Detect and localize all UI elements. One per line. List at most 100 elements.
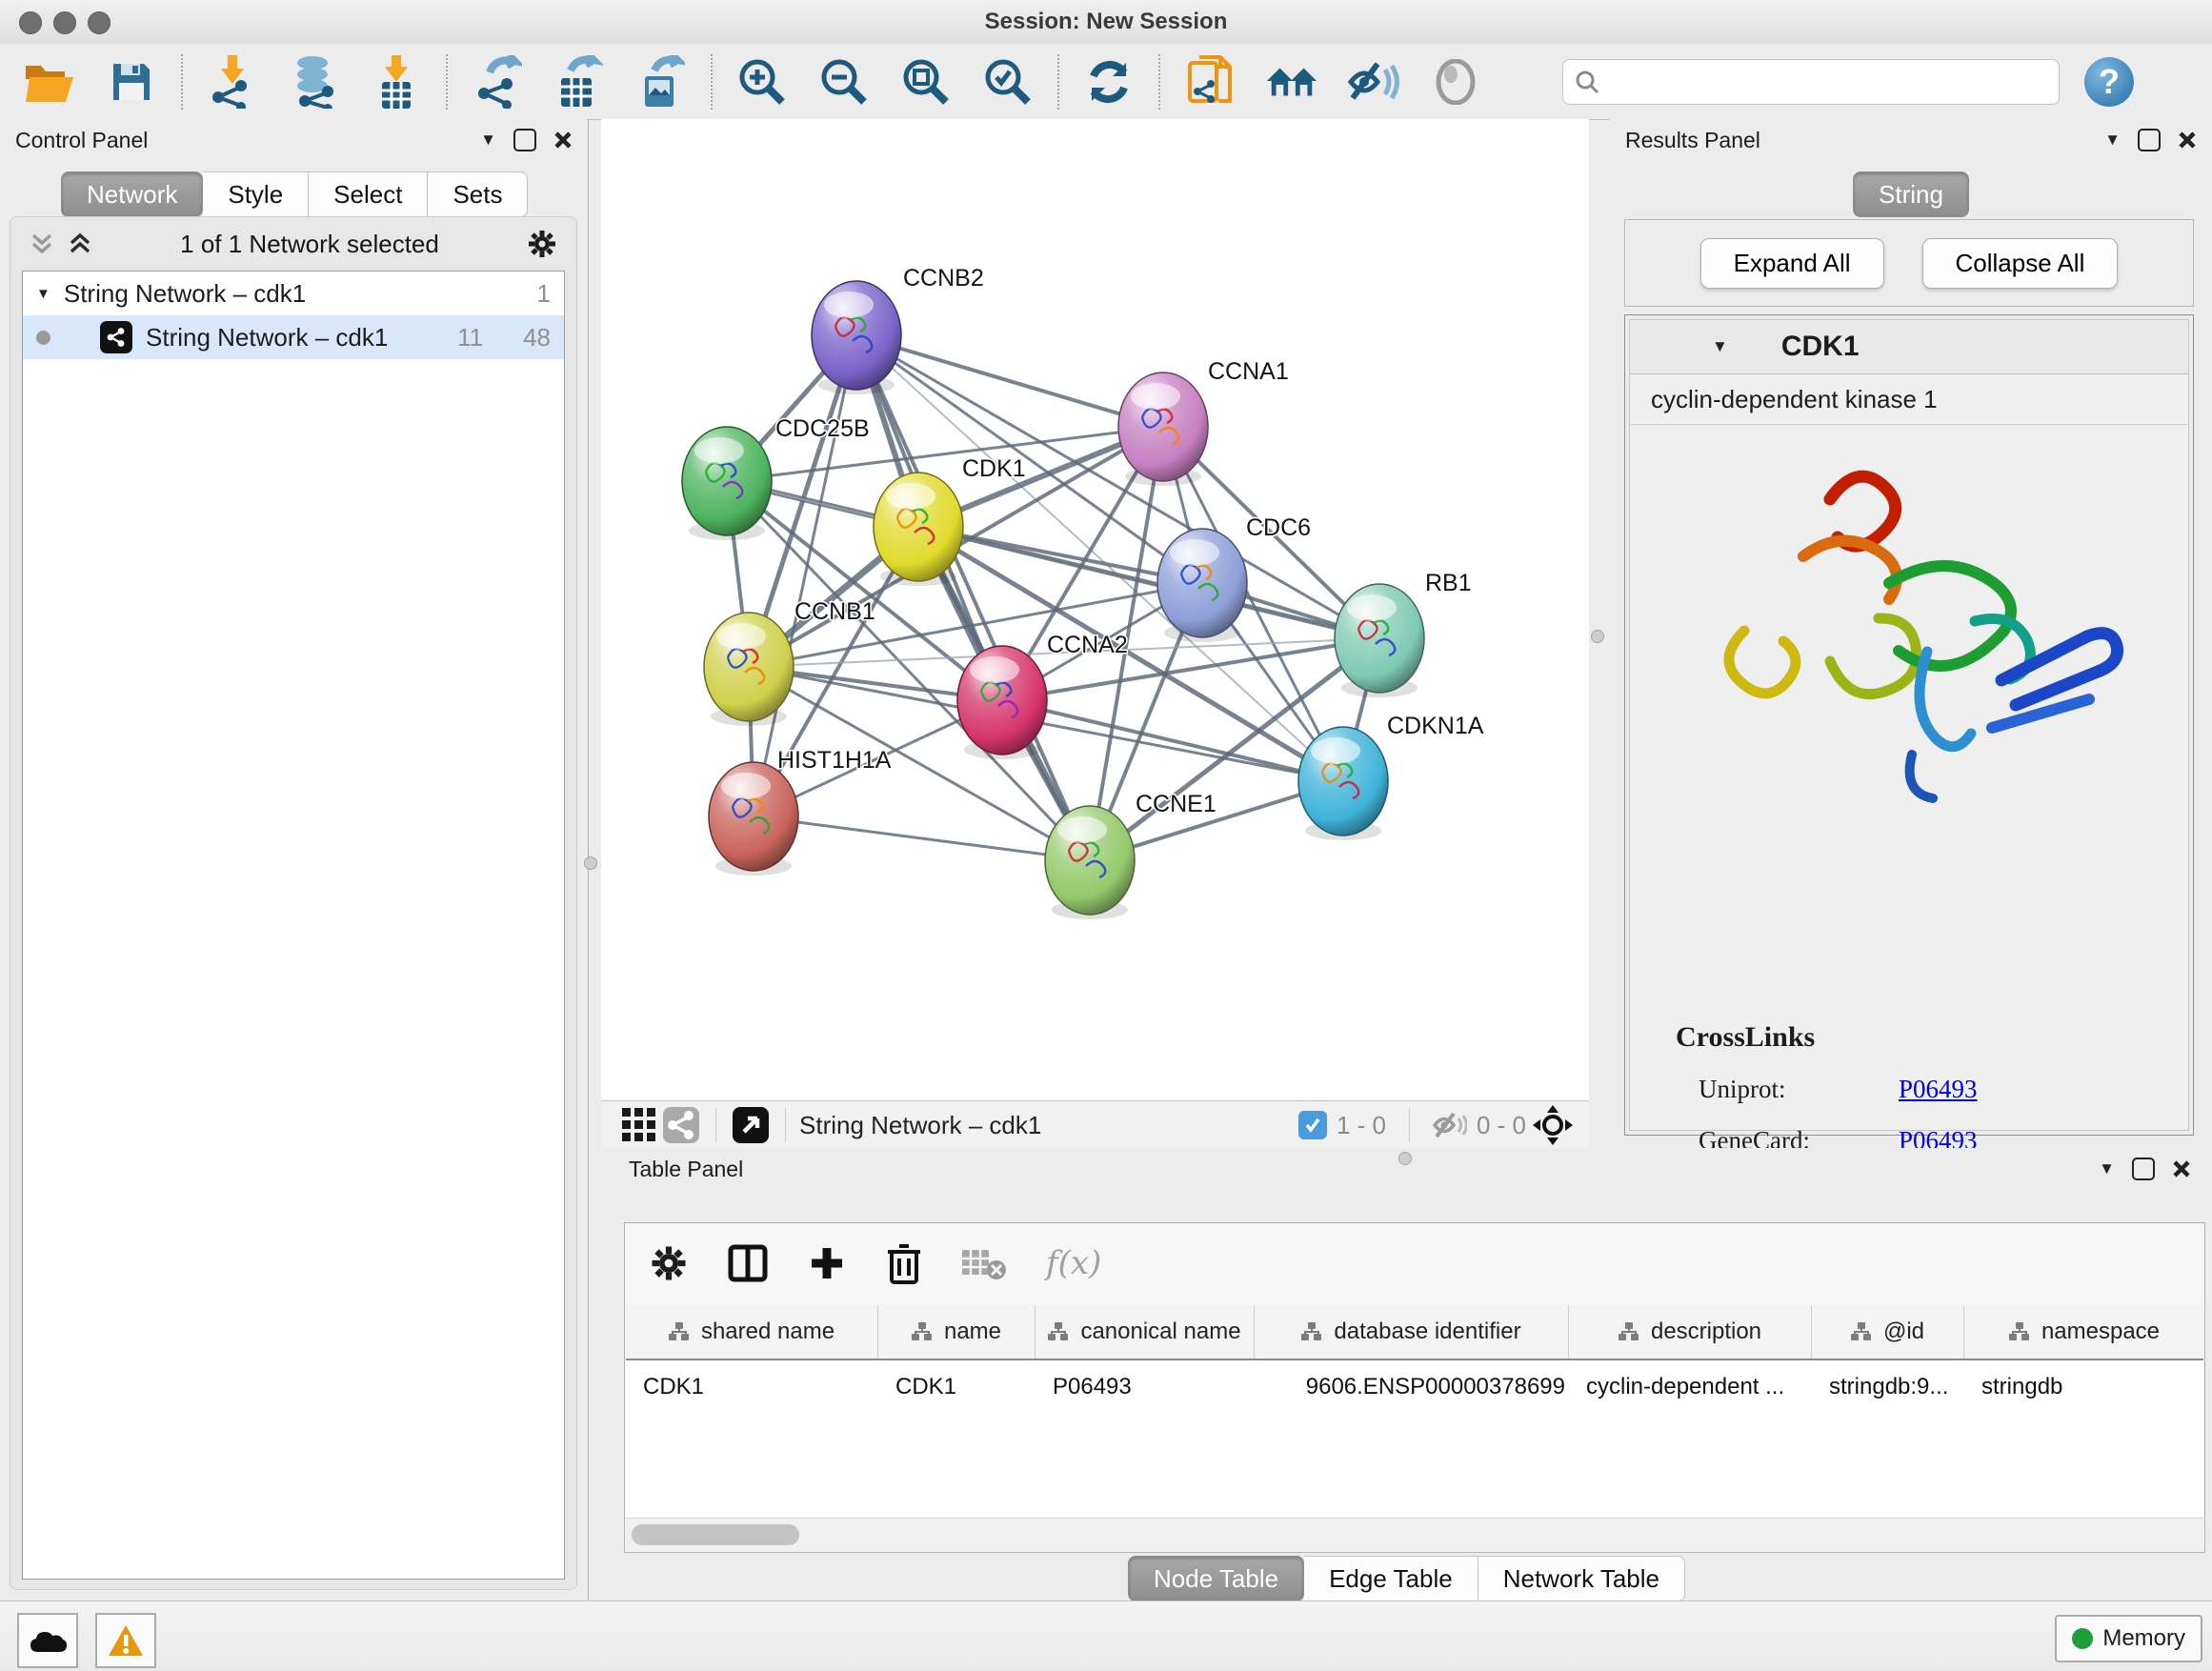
edge-CCNB2-CCNE1[interactable] bbox=[856, 335, 1090, 860]
tab-select[interactable]: Select bbox=[309, 171, 428, 217]
node-HIST1H1A[interactable] bbox=[709, 762, 798, 876]
tab-network-table[interactable]: Network Table bbox=[1478, 1556, 1685, 1601]
open-session-icon[interactable] bbox=[23, 55, 76, 109]
expand-all-button[interactable]: Expand All bbox=[1700, 238, 1884, 289]
refresh-icon[interactable] bbox=[1082, 55, 1136, 109]
table-cell[interactable]: 9606.ENSP00000378699 bbox=[1255, 1360, 1569, 1414]
network-canvas[interactable]: CCNB2CCNA1CDC25BCDK1CDC6RB1CCNB1CCNA2CDK… bbox=[601, 119, 1589, 1100]
network-edge-count: 48 bbox=[523, 323, 551, 352]
table-row[interactable]: CDK1CDK1P064939606.ENSP00000378699cyclin… bbox=[626, 1360, 2203, 1414]
column-header-namespace[interactable]: namespace bbox=[1964, 1305, 2203, 1359]
network-row[interactable]: String Network – cdk1 11 48 bbox=[23, 315, 564, 359]
selected-checkbox-icon[interactable] bbox=[1298, 1111, 1327, 1139]
tab-network[interactable]: Network bbox=[61, 171, 203, 217]
table-horizontal-scrollbar[interactable] bbox=[626, 1518, 2203, 1551]
tab-sets[interactable]: Sets bbox=[428, 171, 528, 217]
node-RB1[interactable] bbox=[1335, 584, 1424, 697]
table-cell[interactable]: CDK1 bbox=[878, 1360, 1036, 1414]
export-network-icon[interactable] bbox=[471, 55, 524, 109]
float-panel-icon[interactable] bbox=[2138, 129, 2161, 151]
node-CCNE1[interactable] bbox=[1045, 806, 1135, 919]
node-CCNA2[interactable] bbox=[957, 646, 1047, 759]
node-CDC25B[interactable] bbox=[682, 427, 772, 540]
node-CDKN1A[interactable] bbox=[1298, 727, 1388, 840]
import-network-icon[interactable] bbox=[206, 55, 259, 109]
edge-CCNA2-CDKN1A[interactable] bbox=[1002, 700, 1343, 781]
float-panel-icon[interactable] bbox=[513, 129, 536, 151]
table-cell[interactable]: cyclin-dependent ... bbox=[1569, 1360, 1812, 1414]
gene-expander-icon[interactable]: ▼ bbox=[1712, 337, 1728, 356]
import-table-icon[interactable] bbox=[370, 55, 423, 109]
cloud-button[interactable] bbox=[17, 1613, 78, 1668]
save-session-icon[interactable] bbox=[105, 55, 158, 109]
delete-table-icon[interactable] bbox=[962, 1246, 1006, 1280]
close-panel-icon[interactable] bbox=[2178, 131, 2197, 150]
delete-trash-icon[interactable] bbox=[886, 1242, 922, 1284]
import-network-database-icon[interactable] bbox=[288, 55, 341, 109]
export-image-icon[interactable] bbox=[634, 55, 688, 109]
splitter-handle-right[interactable] bbox=[1591, 630, 1604, 643]
close-panel-icon[interactable] bbox=[2172, 1159, 2191, 1178]
network-collection-row[interactable]: ▼ String Network – cdk1 1 bbox=[23, 272, 564, 315]
tab-string[interactable]: String bbox=[1853, 171, 1969, 217]
collapse-all-button[interactable]: Collapse All bbox=[1922, 238, 2119, 289]
export-table-icon[interactable] bbox=[553, 55, 606, 109]
network-options-gear-icon[interactable] bbox=[527, 229, 557, 259]
network-share-icon[interactable] bbox=[660, 1106, 702, 1144]
column-header-name[interactable]: name bbox=[878, 1305, 1036, 1359]
help-icon[interactable]: ? bbox=[2084, 57, 2134, 107]
memory-button[interactable]: Memory bbox=[2055, 1615, 2202, 1662]
column-header-canonical-name[interactable]: canonical name bbox=[1036, 1305, 1255, 1359]
add-column-icon[interactable] bbox=[808, 1244, 846, 1282]
expand-all-icon[interactable] bbox=[68, 232, 92, 256]
grid-view-icon[interactable] bbox=[618, 1106, 660, 1144]
splitter-handle-bottom[interactable] bbox=[1398, 1152, 1412, 1165]
zoom-in-icon[interactable] bbox=[735, 55, 789, 109]
tab-node-table[interactable]: Node Table bbox=[1128, 1556, 1304, 1601]
node-CCNB2[interactable] bbox=[812, 281, 901, 394]
close-panel-icon[interactable] bbox=[553, 131, 573, 150]
show-all-eye-icon[interactable] bbox=[1429, 55, 1482, 109]
table-cell[interactable]: stringdb bbox=[1964, 1360, 2203, 1414]
search-input[interactable] bbox=[1607, 68, 2047, 96]
panel-menu-icon[interactable]: ▼ bbox=[480, 131, 496, 150]
edge-HIST1H1A-CCNE1[interactable] bbox=[754, 816, 1090, 860]
home-icon[interactable] bbox=[1265, 55, 1318, 109]
navigator-icon[interactable] bbox=[730, 1106, 772, 1144]
string-network-graph[interactable]: CCNB2CCNA1CDC25BCDK1CDC6RB1CCNB1CCNA2CDK… bbox=[601, 119, 1589, 1100]
fit-target-icon[interactable] bbox=[1526, 1104, 1579, 1146]
crosslink-link[interactable]: P06493 bbox=[1899, 1075, 1978, 1104]
zoom-fit-icon[interactable] bbox=[899, 55, 953, 109]
table-cell[interactable]: CDK1 bbox=[626, 1360, 878, 1414]
zoom-selected-icon[interactable] bbox=[981, 55, 1035, 109]
panel-menu-icon[interactable]: ▼ bbox=[2104, 131, 2121, 150]
node-CCNA1[interactable] bbox=[1118, 372, 1208, 486]
collection-expander-icon[interactable]: ▼ bbox=[36, 286, 50, 302]
function-builder-icon[interactable]: f(x) bbox=[1046, 1244, 1101, 1282]
memory-label: Memory bbox=[2102, 1625, 2185, 1652]
tab-edge-table[interactable]: Edge Table bbox=[1304, 1556, 1478, 1601]
table-cell[interactable]: P06493 bbox=[1036, 1360, 1255, 1414]
panel-menu-icon[interactable]: ▼ bbox=[2099, 1159, 2115, 1178]
gene-header[interactable]: ▼ CDK1 bbox=[1630, 320, 2188, 374]
zoom-out-icon[interactable] bbox=[817, 55, 871, 109]
tab-style[interactable]: Style bbox=[203, 171, 309, 217]
show-column-icon[interactable] bbox=[728, 1243, 768, 1283]
node-CCNB1[interactable] bbox=[704, 613, 794, 726]
gene-description: cyclin-dependent kinase 1 bbox=[1630, 374, 2188, 425]
edge-CCNB2-HIST1H1A[interactable] bbox=[754, 335, 856, 816]
float-panel-icon[interactable] bbox=[2132, 1158, 2155, 1180]
column-header-shared-name[interactable]: shared name bbox=[626, 1305, 878, 1359]
column-header-database-identifier[interactable]: database identifier bbox=[1255, 1305, 1569, 1359]
table-cell[interactable]: stringdb:9... bbox=[1812, 1360, 1964, 1414]
scrollbar-thumb[interactable] bbox=[632, 1524, 799, 1545]
warning-button[interactable] bbox=[95, 1613, 156, 1668]
column-header-description[interactable]: description bbox=[1569, 1305, 1812, 1359]
hide-selected-eye-icon[interactable] bbox=[1347, 55, 1400, 109]
column-header-id[interactable]: @id bbox=[1812, 1305, 1964, 1359]
settings-gear-icon[interactable] bbox=[650, 1244, 688, 1282]
collapse-all-icon[interactable] bbox=[30, 232, 54, 256]
edge-CCNB2-CCNA1[interactable] bbox=[856, 335, 1163, 427]
clone-network-icon[interactable] bbox=[1183, 55, 1237, 109]
splitter-handle-left[interactable] bbox=[584, 856, 597, 870]
